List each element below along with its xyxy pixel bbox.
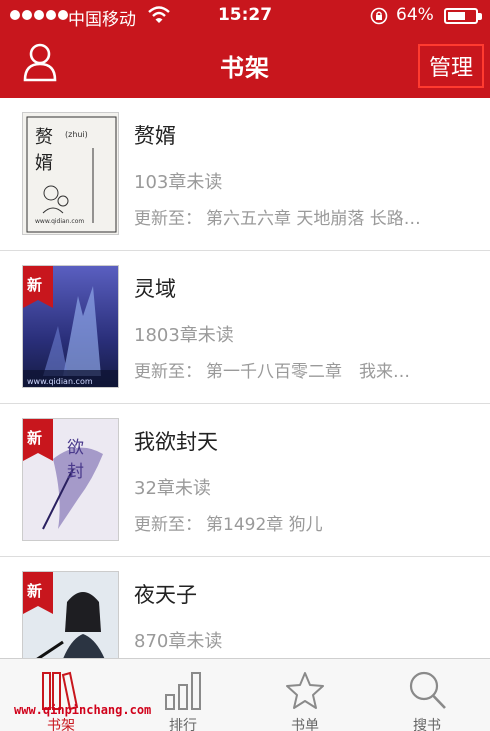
ranking-icon bbox=[165, 672, 201, 710]
svg-text:(zhui): (zhui) bbox=[65, 130, 88, 139]
star-icon bbox=[286, 672, 324, 709]
svg-text:欲: 欲 bbox=[67, 438, 84, 458]
unread-count: 32章未读 bbox=[134, 478, 211, 499]
book-row[interactable]: 新 夜天子 870章未读 bbox=[0, 557, 490, 658]
rotation-lock-icon bbox=[370, 7, 388, 25]
tab-booklist[interactable]: 书单 bbox=[244, 659, 366, 731]
update-chapter: 第1492章 狗儿 bbox=[206, 515, 323, 535]
svg-text:www.qidian.com: www.qidian.com bbox=[35, 218, 84, 225]
status-bar: 中国移动 15:27 64% bbox=[0, 0, 490, 32]
book-cover[interactable]: 赘 婿 (zhui) www.qidian.com bbox=[22, 112, 119, 235]
page-title: 书架 bbox=[220, 54, 270, 82]
tab-label: 书架 bbox=[47, 718, 75, 731]
book-title: 赘婿 bbox=[134, 124, 176, 148]
unread-count: 1803章未读 bbox=[134, 325, 234, 346]
tab-label: 书单 bbox=[291, 718, 319, 731]
search-icon bbox=[409, 671, 446, 709]
tab-ranking[interactable]: 排行 bbox=[122, 659, 244, 731]
tab-search[interactable]: 搜书 bbox=[366, 659, 488, 731]
tab-label: 搜书 bbox=[413, 718, 441, 731]
top-bar: 中国移动 15:27 64% 书架 管理 bbox=[0, 0, 490, 98]
tab-bookshelf[interactable]: www.qinpinchang.com 书架 bbox=[0, 659, 151, 731]
update-label: 更新至： bbox=[134, 209, 202, 229]
book-cover[interactable]: 欲 封 新 bbox=[22, 418, 119, 541]
svg-text:婿: 婿 bbox=[35, 153, 53, 174]
book-title: 夜天子 bbox=[134, 583, 197, 607]
book-row[interactable]: www.qidian.com 新 灵域 1803章未读 更新至： 第一千八百零二章… bbox=[0, 251, 490, 404]
tab-bar: www.qinpinchang.com 书架 排行 书单 搜书 bbox=[0, 658, 490, 731]
book-row[interactable]: 赘 婿 (zhui) www.qidian.com 赘婿 103章未读 更新至：… bbox=[0, 98, 490, 251]
update-label: 更新至： bbox=[134, 515, 202, 535]
svg-text:www.qidian.com: www.qidian.com bbox=[27, 377, 93, 386]
book-cover[interactable]: 新 bbox=[22, 571, 119, 658]
unread-count: 870章未读 bbox=[134, 631, 223, 652]
manage-button[interactable]: 管理 bbox=[418, 44, 484, 88]
new-badge-label: 新 bbox=[27, 582, 43, 600]
tab-label: 排行 bbox=[169, 718, 197, 731]
update-label: 更新至： bbox=[134, 362, 202, 382]
unread-count: 103章未读 bbox=[134, 172, 223, 193]
new-badge-label: 新 bbox=[27, 276, 43, 294]
book-title: 灵域 bbox=[134, 277, 176, 301]
new-badge-label: 新 bbox=[27, 429, 43, 447]
book-cover[interactable]: www.qidian.com 新 bbox=[22, 265, 119, 388]
battery-percent: 64% bbox=[396, 5, 434, 25]
update-chapter: 第六五六章 天地崩落 长路… bbox=[206, 209, 421, 229]
latest-update: 更新至： 第1492章 狗儿 bbox=[134, 510, 474, 535]
update-chapter: 第一千八百零二章 我来… bbox=[206, 362, 410, 382]
battery-icon bbox=[444, 8, 482, 24]
latest-update: 更新至： 第一千八百零二章 我来… bbox=[134, 357, 474, 382]
nav-header: 书架 管理 bbox=[0, 32, 490, 98]
bookshelf-list[interactable]: 赘 婿 (zhui) www.qidian.com 赘婿 103章未读 更新至：… bbox=[0, 98, 490, 658]
svg-text:赘: 赘 bbox=[35, 127, 53, 148]
latest-update: 更新至： 第六五六章 天地崩落 长路… bbox=[134, 204, 474, 229]
book-title: 我欲封天 bbox=[134, 430, 218, 454]
book-row[interactable]: 欲 封 新 我欲封天 32章未读 更新至： 第1492章 狗儿 bbox=[0, 404, 490, 557]
svg-text:封: 封 bbox=[67, 462, 84, 482]
